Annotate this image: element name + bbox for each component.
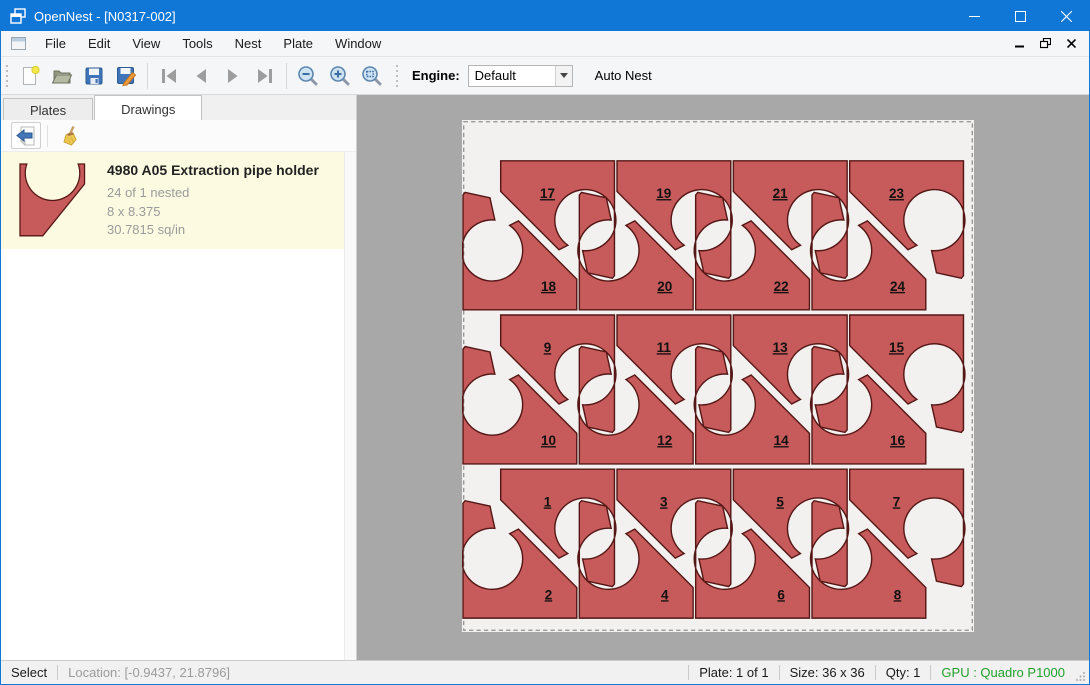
minimize-button[interactable] bbox=[951, 1, 997, 31]
list-scrollbar[interactable] bbox=[344, 152, 356, 660]
part-number-label: 24 bbox=[890, 279, 906, 294]
status-qty: Qty: 1 bbox=[876, 665, 931, 680]
mdi-window-buttons bbox=[1009, 35, 1089, 53]
menu-bar: File Edit View Tools Nest Plate Window bbox=[1, 31, 1089, 57]
engine-value: Default bbox=[469, 68, 555, 83]
status-gpu: GPU : Quadro P1000 bbox=[931, 665, 1075, 680]
first-plate-button[interactable] bbox=[153, 61, 185, 91]
tab-drawings[interactable]: Drawings bbox=[94, 95, 202, 120]
clear-drawings-button[interactable] bbox=[54, 122, 84, 149]
app-window: OpenNest - [N0317-002] File Edit View To… bbox=[0, 0, 1090, 685]
next-plate-button[interactable] bbox=[217, 61, 249, 91]
status-location: Location: [-0.9437, 21.8796] bbox=[58, 665, 240, 680]
tab-plates[interactable]: Plates bbox=[3, 98, 93, 120]
drawing-area: 30.7815 sq/in bbox=[107, 221, 319, 240]
menu-tools[interactable]: Tools bbox=[171, 32, 223, 55]
save-button[interactable] bbox=[78, 61, 110, 91]
part-number-label: 3 bbox=[660, 494, 668, 509]
part-number-label: 4 bbox=[661, 587, 669, 602]
part-number-label: 16 bbox=[890, 433, 906, 448]
toolbar-separator bbox=[286, 63, 287, 89]
part-number-label: 15 bbox=[889, 340, 905, 355]
mdi-restore-button[interactable] bbox=[1035, 35, 1055, 53]
menu-file[interactable]: File bbox=[34, 32, 77, 55]
title-bar: OpenNest - [N0317-002] bbox=[1, 1, 1089, 31]
menu-window[interactable]: Window bbox=[324, 32, 392, 55]
save-as-button[interactable] bbox=[110, 61, 142, 91]
part-number-label: 1 bbox=[544, 494, 552, 509]
part-number-label: 13 bbox=[773, 340, 789, 355]
app-icon bbox=[10, 8, 26, 24]
part-number-label: 22 bbox=[774, 279, 789, 294]
menu-edit[interactable]: Edit bbox=[77, 32, 121, 55]
zoom-fit-button[interactable] bbox=[356, 61, 388, 91]
status-mode: Select bbox=[1, 665, 57, 680]
import-drawing-button[interactable] bbox=[11, 122, 41, 149]
part-number-label: 21 bbox=[773, 186, 789, 201]
mdi-close-button[interactable] bbox=[1061, 35, 1081, 53]
menu-view[interactable]: View bbox=[121, 32, 171, 55]
part-number-label: 19 bbox=[656, 186, 671, 201]
drawing-nested-count: 24 of 1 nested bbox=[107, 184, 319, 203]
engine-label: Engine: bbox=[412, 68, 460, 83]
toolbar-separator bbox=[147, 63, 148, 89]
main-toolbar: Engine: Default Auto Nest bbox=[1, 57, 1089, 95]
drawing-list-item[interactable]: 4980 A05 Extraction pipe holder 24 of 1 … bbox=[1, 152, 344, 249]
part-number-label: 6 bbox=[777, 587, 785, 602]
part-thumbnail-shape bbox=[20, 164, 85, 236]
nest-canvas[interactable]: 171819202122232491011121314151612345678 bbox=[357, 95, 1089, 660]
new-button[interactable] bbox=[14, 61, 46, 91]
last-plate-button[interactable] bbox=[249, 61, 281, 91]
open-button[interactable] bbox=[46, 61, 78, 91]
part-number-label: 9 bbox=[544, 340, 552, 355]
part-number-label: 5 bbox=[776, 494, 784, 509]
part-number-label: 17 bbox=[540, 186, 555, 201]
part-number-label: 11 bbox=[657, 340, 672, 355]
menu-nest[interactable]: Nest bbox=[224, 32, 273, 55]
part-number-label: 18 bbox=[541, 279, 557, 294]
chevron-down-icon[interactable] bbox=[555, 66, 572, 86]
mdi-minimize-button[interactable] bbox=[1009, 35, 1029, 53]
drawings-list: 4980 A05 Extraction pipe holder 24 of 1 … bbox=[1, 152, 356, 660]
zoom-out-button[interactable] bbox=[292, 61, 324, 91]
toolbar-grip[interactable] bbox=[394, 63, 399, 89]
auto-nest-button[interactable]: Auto Nest bbox=[587, 63, 660, 88]
previous-plate-button[interactable] bbox=[185, 61, 217, 91]
status-size: Size: 36 x 36 bbox=[780, 665, 875, 680]
part-number-label: 8 bbox=[894, 587, 902, 602]
status-bar: Select Location: [-0.9437, 21.8796] Plat… bbox=[1, 660, 1089, 684]
resize-grip[interactable] bbox=[1075, 661, 1089, 684]
left-panel: Plates Drawings bbox=[1, 95, 357, 660]
drawing-size: 8 x 8.375 bbox=[107, 203, 319, 222]
part-number-label: 10 bbox=[541, 433, 556, 448]
status-plate: Plate: 1 of 1 bbox=[689, 665, 778, 680]
menu-plate[interactable]: Plate bbox=[272, 32, 324, 55]
part-number-label: 2 bbox=[545, 587, 553, 602]
part-number-label: 12 bbox=[657, 433, 672, 448]
plate-svg: 171819202122232491011121314151612345678 bbox=[462, 120, 974, 632]
panel-toolbar-separator bbox=[47, 125, 48, 147]
window-title: OpenNest - [N0317-002] bbox=[34, 9, 951, 24]
part-thumbnail bbox=[11, 159, 99, 239]
part-number-label: 23 bbox=[889, 186, 905, 201]
part-number-label: 14 bbox=[774, 433, 790, 448]
zoom-in-button[interactable] bbox=[324, 61, 356, 91]
part-number-label: 20 bbox=[657, 279, 672, 294]
drawings-toolbar bbox=[1, 120, 356, 152]
panel-tabs: Plates Drawings bbox=[1, 95, 356, 120]
maximize-button[interactable] bbox=[997, 1, 1043, 31]
part-number-label: 7 bbox=[893, 494, 901, 509]
toolbar-grip[interactable] bbox=[4, 63, 9, 89]
document-icon[interactable] bbox=[11, 37, 26, 50]
engine-combobox[interactable]: Default bbox=[468, 65, 573, 87]
close-button[interactable] bbox=[1043, 1, 1089, 31]
drawing-title: 4980 A05 Extraction pipe holder bbox=[107, 162, 319, 178]
